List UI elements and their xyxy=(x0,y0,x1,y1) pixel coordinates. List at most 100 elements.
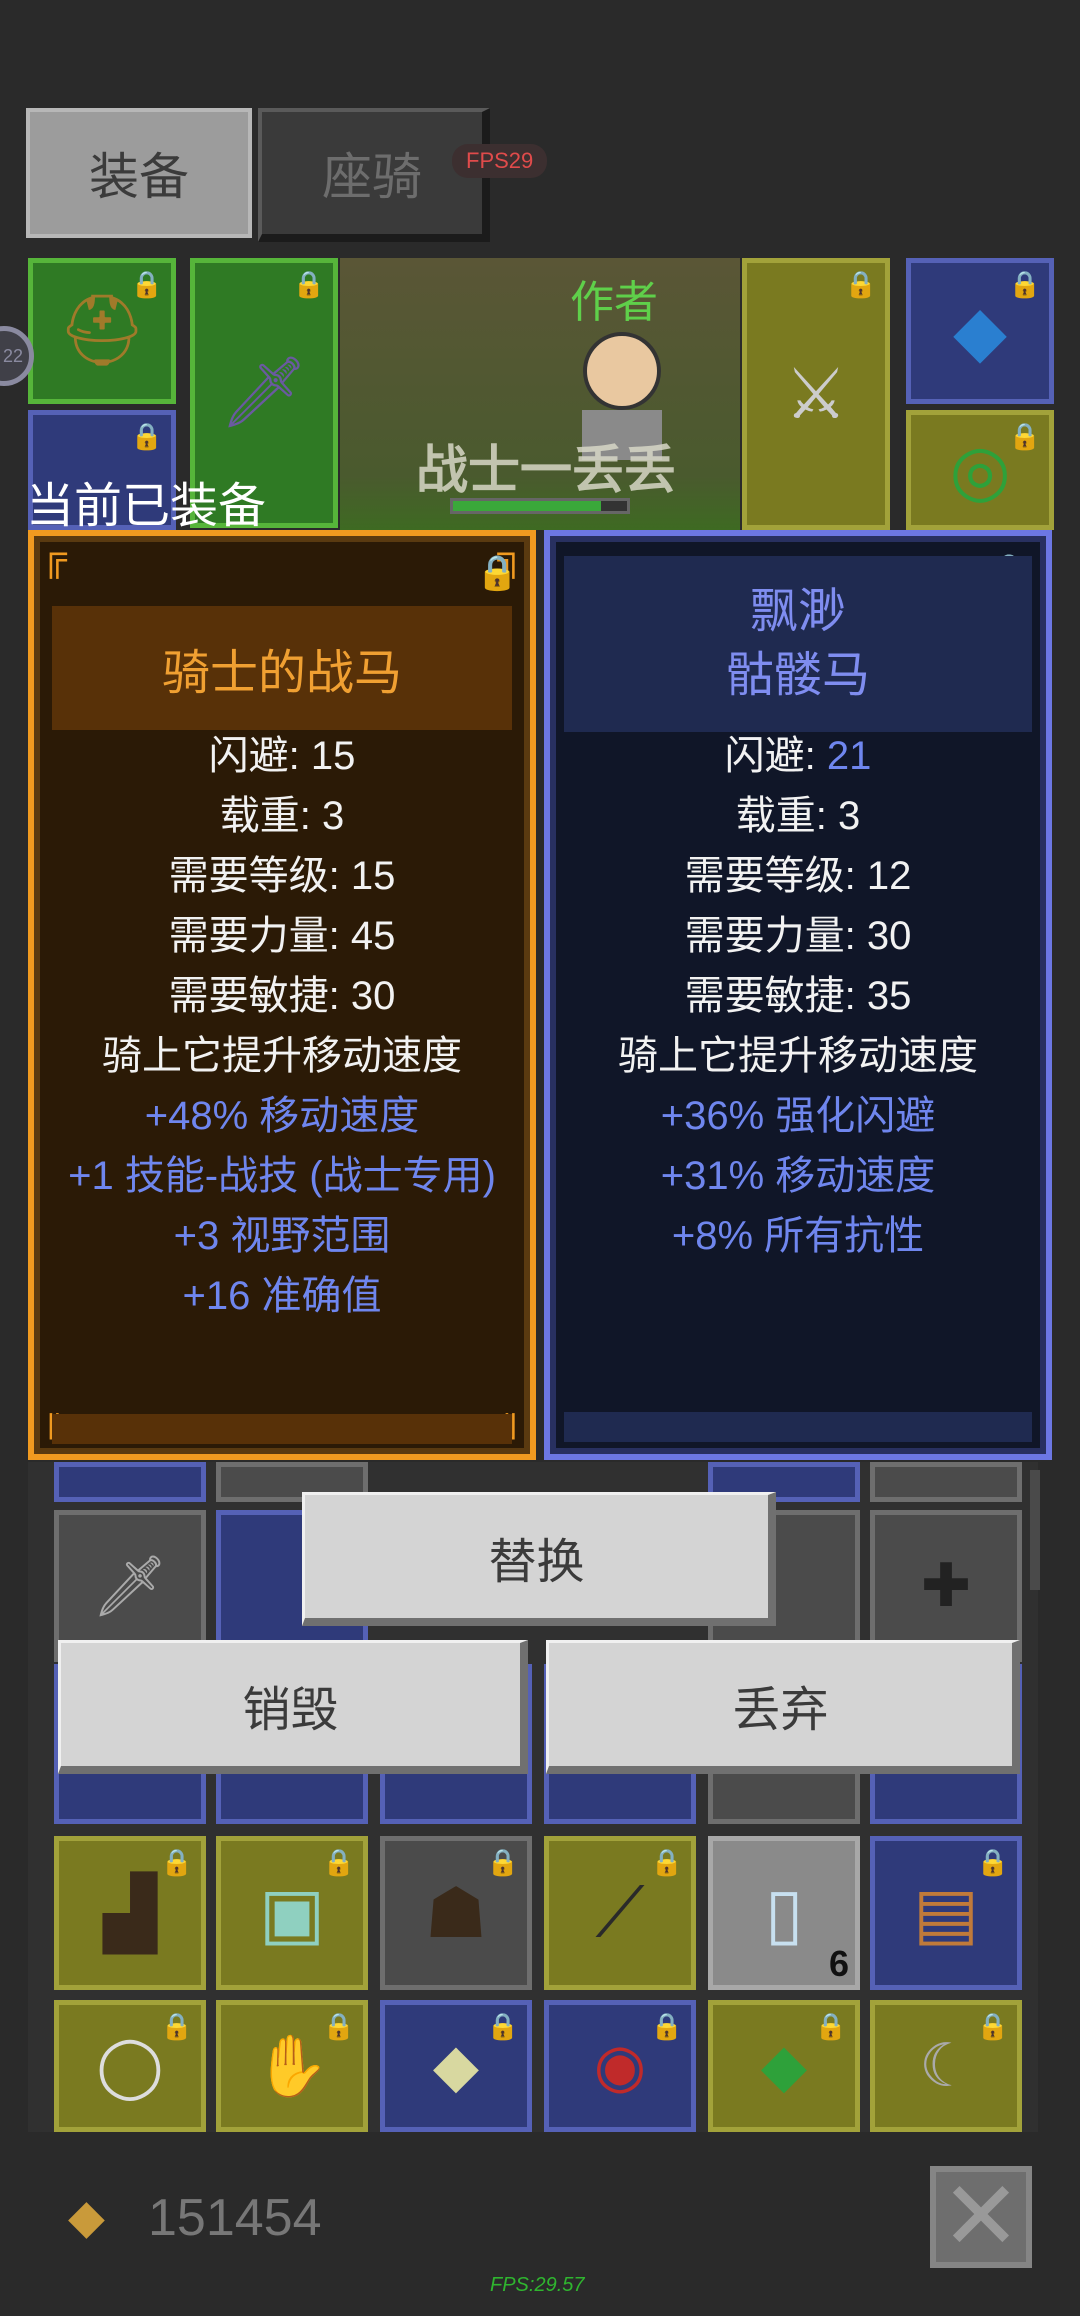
scythe-icon: ☾ xyxy=(919,2032,973,2099)
inventory-slot[interactable]: 🔒 ◯ xyxy=(54,2000,206,2132)
compare-item-name-line1: 飘渺 xyxy=(749,585,846,638)
lock-icon: 🔒 xyxy=(486,2011,519,2041)
discard-button[interactable]: 丢弃 xyxy=(546,1640,1020,1774)
creature-card-icon: ▣ xyxy=(258,1874,326,1952)
lock-icon: 🔒 xyxy=(160,2011,193,2041)
lock-icon: 🔒 xyxy=(976,2011,1009,2041)
stat-line: 需要敏捷: 30 xyxy=(168,974,396,1018)
bonus-line: +16 准确值 xyxy=(182,1274,382,1318)
current-item-header: 骑士的战马 xyxy=(52,606,512,730)
lock-icon: 🔒 xyxy=(322,1847,355,1877)
corner-ornament-icon: ╔ xyxy=(41,535,67,576)
lock-icon: 🔒 xyxy=(160,1847,193,1877)
amulet-icon: ◆ xyxy=(760,2032,808,2099)
card-footer xyxy=(52,1414,512,1444)
inventory-slot[interactable]: 🔒 ✋ xyxy=(216,2000,368,2132)
bonus-line: +48% 移动速度 xyxy=(144,1094,420,1138)
lock-icon: 🔒 xyxy=(486,1847,519,1877)
current-item-stats: 闪避: 15 载重: 3 需要等级: 15 需要力量: 45 需要敏捷: 30 … xyxy=(34,726,530,1326)
inventory-slot[interactable]: ▯ 6 xyxy=(708,1836,860,1990)
stat-line: 需要等级: 15 xyxy=(168,854,396,898)
gauntlet-icon: ✋ xyxy=(254,2032,330,2100)
scroll-icon: ▯ xyxy=(764,1874,804,1952)
bonus-line: +1 技能-战技 (战士专用) xyxy=(68,1154,496,1198)
close-button[interactable]: ✕ xyxy=(930,2166,1032,2268)
author-label: 作者 xyxy=(570,278,658,327)
inventory-slot[interactable]: 🔒 ◆ xyxy=(708,2000,860,2132)
current-item-card: ╔ ╗ ╚ ╝ 🔒 骑士的战马 闪避: 15 载重: 3 需要等级: 15 需要… xyxy=(28,530,536,1460)
tab-mount[interactable]: 座骑 xyxy=(258,108,490,242)
lock-icon: 🔒 xyxy=(976,1847,1009,1877)
bonus-line: +3 视野范围 xyxy=(173,1214,391,1258)
lock-icon: 🔒 xyxy=(1008,269,1041,299)
lock-icon: 🔒 xyxy=(814,2011,847,2041)
inventory-slot[interactable]: 🔒 ◆ xyxy=(380,2000,532,2132)
stat-line: 载重: 3 xyxy=(219,794,345,838)
creature-icon: ☗ xyxy=(424,1874,488,1952)
current-item-name: 骑士的战马 xyxy=(161,647,402,700)
dagger-icon: 🗡 xyxy=(91,1552,169,1620)
lock-icon: 🔒 xyxy=(650,1847,683,1877)
equip-slot-helmet[interactable]: 🔒 ⛑ xyxy=(28,258,176,404)
stat-line: 需要力量: 45 xyxy=(168,914,396,958)
amulet-icon: ◆ xyxy=(432,2032,480,2099)
equip-slot-amulet[interactable]: 🔒 ◆ xyxy=(906,258,1054,404)
stat-line: 需要敏捷: 35 xyxy=(684,974,912,1018)
close-icon: ✕ xyxy=(940,2163,1022,2270)
lock-icon: 🔒 xyxy=(292,269,325,299)
ring-icon: ◎ xyxy=(949,431,1011,509)
amulet-icon: ◆ xyxy=(953,292,1007,370)
inventory-slot[interactable]: 🔒 ◉ xyxy=(544,2000,696,2132)
helmet-icon: ⛑ xyxy=(57,291,147,369)
lock-icon: 🔒 xyxy=(844,269,877,299)
bonus-line: +36% 强化闪避 xyxy=(660,1094,936,1138)
lock-icon: 🔒 xyxy=(1008,421,1041,451)
character-scene: 作者 战士一丢丢 xyxy=(340,258,740,530)
character-name: 战士一丢丢 xyxy=(416,442,677,500)
inventory-slot[interactable]: 🔒 ☗ xyxy=(380,1836,532,1990)
item-description: 骑上它提升移动速度 xyxy=(102,1034,462,1078)
tab-equipment[interactable]: 装备 xyxy=(26,108,252,238)
inventory-slot[interactable]: 🔒 ▤ xyxy=(870,1836,1022,1990)
sword-icon: ⚔ xyxy=(784,355,848,433)
inventory-slot[interactable] xyxy=(54,1462,206,1502)
inventory-slot[interactable] xyxy=(870,1462,1022,1502)
item-description: 骑上它提升移动速度 xyxy=(618,1034,978,1078)
lock-icon: 🔒 xyxy=(130,421,163,451)
stat-line: 载重: 3 xyxy=(735,794,861,838)
scepter-icon: ✚ xyxy=(920,1552,972,1619)
lock-closed-icon[interactable]: 🔒 xyxy=(476,554,518,592)
inventory-slot[interactable]: 🔒 ⟋ xyxy=(544,1836,696,1990)
inventory-slot[interactable]: 🔒 ▣ xyxy=(216,1836,368,1990)
sword-icon: 🗡 xyxy=(219,353,309,431)
bonus-line: +31% 移动速度 xyxy=(660,1154,936,1198)
stat-line: 闪避: 15 xyxy=(208,734,356,778)
inventory-slot[interactable]: 🔒 ☾ xyxy=(870,2000,1022,2132)
inventory-scrollbar[interactable] xyxy=(1030,1470,1040,1590)
boots-icon: ▟ xyxy=(103,1874,157,1952)
stat-line: 需要等级: 12 xyxy=(684,854,912,898)
bonus-line: +8% 所有抗性 xyxy=(671,1214,925,1258)
gold-amount: 151454 xyxy=(148,2189,322,2247)
equip-slot-ring[interactable]: 🔒 ◎ xyxy=(906,410,1054,530)
equip-slot-offhand[interactable]: 🔒 ⚔ xyxy=(742,258,890,530)
compare-item-name-line2: 骷髅马 xyxy=(725,649,870,702)
compare-item-header: 飘渺 骷髅马 xyxy=(564,556,1032,732)
stack-count: 6 xyxy=(828,1943,849,1984)
staff-icon: ⟋ xyxy=(595,1873,645,1951)
fps-badge: FPS29 xyxy=(452,144,548,178)
card-footer xyxy=(564,1412,1032,1442)
fps-counter: FPS:29.57 xyxy=(490,2274,585,2296)
gold-coins-icon: ◆ xyxy=(68,2191,105,2244)
inventory-slot[interactable]: 🔒 ▟ xyxy=(54,1836,206,1990)
health-bar xyxy=(450,498,630,514)
ring-icon: ◉ xyxy=(593,2032,647,2099)
replace-button[interactable]: 替换 xyxy=(302,1492,776,1626)
lock-icon: 🔒 xyxy=(650,2011,683,2041)
compare-item-card: 🔓 飘渺 骷髅马 闪避: 21 载重: 3 需要等级: 12 需要力量: 30 … xyxy=(544,530,1052,1460)
current-equipped-label: 当前已装备 xyxy=(26,480,267,533)
destroy-button[interactable]: 销毁 xyxy=(58,1640,528,1774)
amulet-icon: ◯ xyxy=(96,2032,164,2099)
stat-line: 闪避: 21 xyxy=(724,734,872,778)
compare-item-stats: 闪避: 21 载重: 3 需要等级: 12 需要力量: 30 需要敏捷: 35 … xyxy=(550,726,1046,1266)
